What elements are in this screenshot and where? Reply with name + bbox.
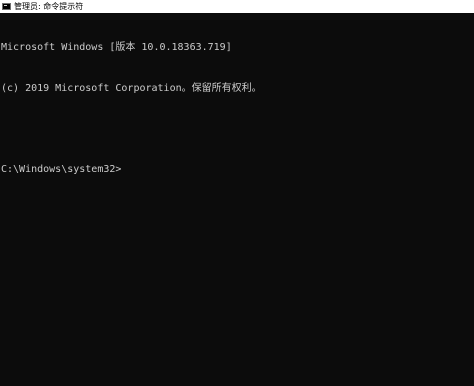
cmd-icon	[2, 3, 11, 10]
command-prompt-window: 管理员: 命令提示符 Microsoft Windows [版本 10.0.18…	[0, 0, 474, 386]
command-prompt[interactable]: C:\Windows\system32>	[1, 163, 474, 177]
console-line-copyright: (c) 2019 Microsoft Corporation。保留所有权利。	[1, 82, 262, 94]
console-line-version: Microsoft Windows [版本 10.0.18363.719]	[1, 42, 232, 53]
window-title: 管理员: 命令提示符	[14, 2, 84, 11]
title-bar[interactable]: 管理员: 命令提示符	[0, 0, 474, 13]
console-output[interactable]: Microsoft Windows [版本 10.0.18363.719] (c…	[0, 13, 474, 386]
